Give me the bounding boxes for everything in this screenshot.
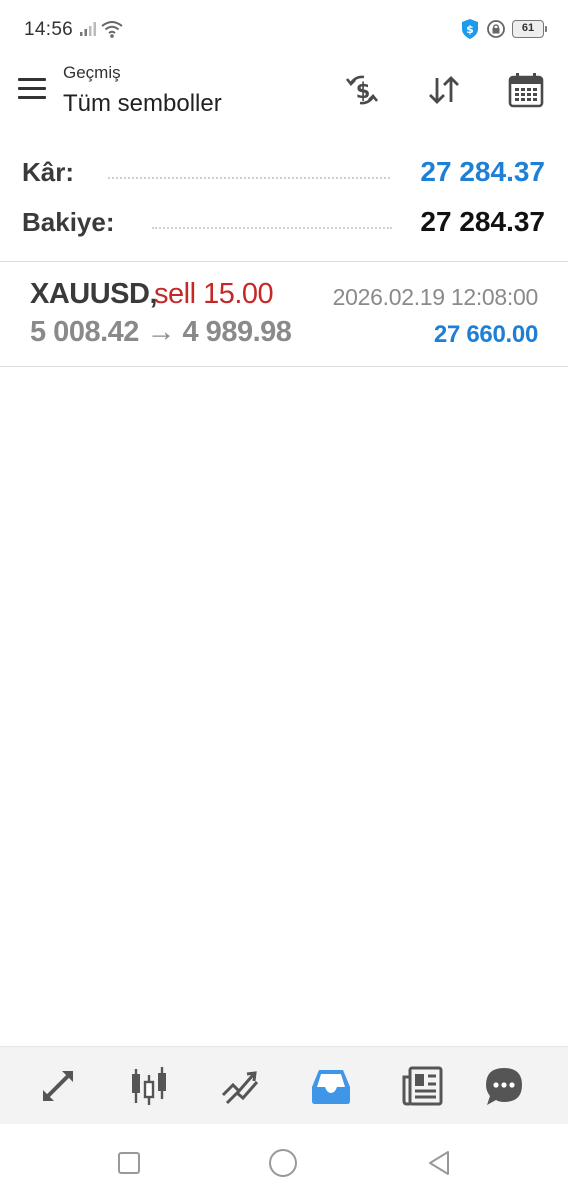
dotted-leader — [152, 227, 392, 229]
app-header: Geçmiş Tüm semboller $ — [0, 60, 568, 130]
balance-label: Bakiye: — [22, 207, 115, 237]
history-icon[interactable] — [309, 1064, 353, 1108]
header-title[interactable]: Tüm semboller — [63, 90, 222, 118]
calendar-icon[interactable] — [504, 68, 548, 112]
header-subtitle: Geçmiş — [63, 63, 121, 82]
home-icon[interactable] — [268, 1148, 298, 1178]
back-icon[interactable] — [424, 1148, 454, 1178]
signal-icon — [80, 22, 96, 36]
chat-icon[interactable] — [482, 1064, 526, 1108]
vpn-shield-icon: $ — [462, 19, 478, 39]
balance-value: 27 284.37 — [420, 206, 545, 237]
profit-value: 27 284.37 — [420, 156, 545, 187]
system-navigation — [0, 1124, 568, 1200]
svg-text:$: $ — [356, 79, 371, 103]
status-bar: 14:56 $ 61 — [0, 0, 568, 60]
account-summary: Kâr: 27 284.37 Bakiye: 27 284.37 — [0, 150, 568, 250]
chart-icon[interactable] — [127, 1064, 171, 1108]
recents-icon[interactable] — [114, 1148, 144, 1178]
sort-icon[interactable] — [422, 68, 466, 112]
profit-row: Kâr: 27 284.37 — [0, 150, 568, 200]
battery-indicator: 61 — [512, 20, 547, 38]
deal-profit: 27 660.00 — [433, 321, 538, 348]
svg-text:$: $ — [466, 23, 474, 36]
deal-row[interactable]: XAUUSD, sell 15.00 2026.02.19 12:08:00 5… — [0, 262, 568, 366]
deal-time: 2026.02.19 12:08:00 — [332, 284, 539, 310]
bottom-navigation — [0, 1046, 568, 1124]
deal-symbol: XAUUSD, — [30, 278, 158, 310]
balance-row: Bakiye: 27 284.37 — [0, 200, 568, 250]
news-icon[interactable] — [400, 1064, 444, 1108]
profit-label: Kâr: — [22, 157, 75, 187]
deal-prices: 5 008.42 → 4 989.98 — [30, 316, 292, 348]
wifi-icon — [101, 21, 123, 38]
trade-icon[interactable] — [218, 1064, 262, 1108]
status-time: 14:56 — [24, 19, 74, 40]
divider — [0, 366, 568, 367]
lock-rotation-icon — [487, 20, 505, 38]
menu-icon[interactable] — [18, 78, 46, 102]
deal-side: sell 15.00 — [154, 278, 274, 310]
currency-exchange-icon[interactable]: $ — [340, 68, 384, 112]
dotted-leader — [108, 177, 390, 179]
quotes-icon[interactable] — [36, 1064, 80, 1108]
